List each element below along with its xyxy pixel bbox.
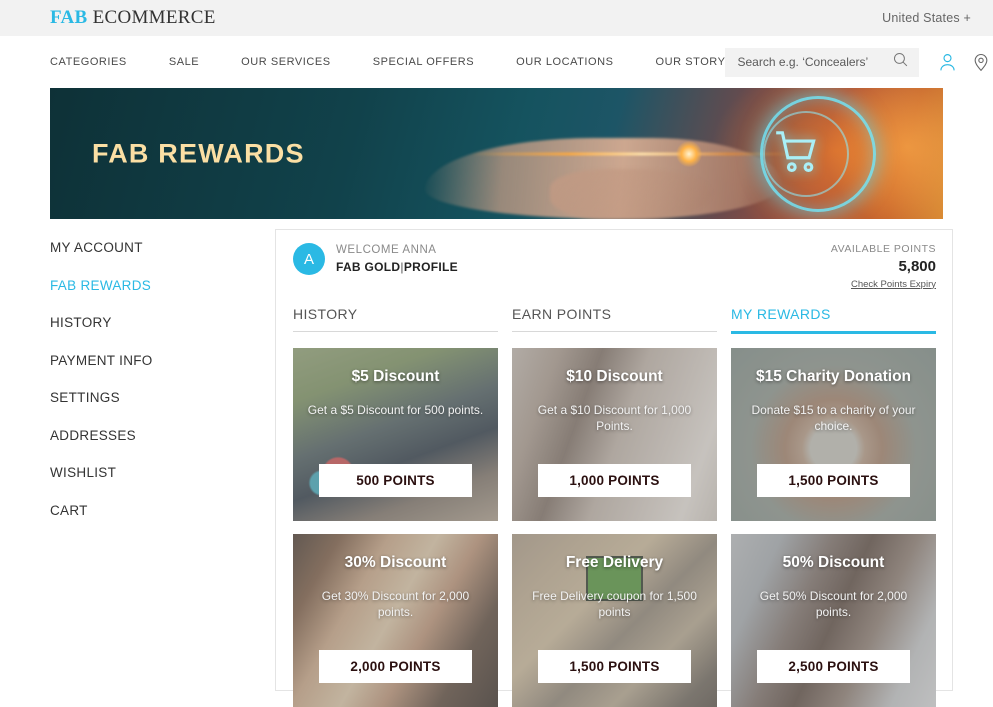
tab-my-rewards[interactable]: MY REWARDS <box>731 306 936 334</box>
hero-fingers-graphic <box>550 169 711 219</box>
check-points-expiry-link[interactable]: Check Points Expiry <box>831 277 936 292</box>
user-icon[interactable] <box>937 52 958 73</box>
hero-title: FAB REWARDS <box>92 138 305 168</box>
main-navigation: CATEGORIES SALE OUR SERVICES SPECIAL OFF… <box>0 36 993 88</box>
reward-card-description: Get 30% Discount for 2,000 points. <box>321 588 470 619</box>
reward-card-title: $5 Discount <box>351 367 440 385</box>
avatar: A <box>293 243 325 276</box>
reward-card-description: Get a $5 Discount for 500 points. <box>307 402 484 417</box>
reward-points-button[interactable]: 1,500 POINTS <box>756 463 911 497</box>
reward-points-button[interactable]: 500 POINTS <box>318 463 473 497</box>
reward-card-title: 50% Discount <box>782 553 885 571</box>
sidebar-item-my-account[interactable]: MY ACCOUNT <box>50 232 260 263</box>
reward-card-description: Free Delivery coupon for 1,500 points <box>532 588 697 619</box>
nav-item-our-story[interactable]: OUR STORY <box>656 56 726 68</box>
rewards-panel: A WELCOME ANNA FAB GOLD|PROFILE AVAILABL… <box>275 229 953 707</box>
reward-card-title: $15 Charity Donation <box>755 367 912 385</box>
brand-logo-primary: FAB <box>50 7 88 28</box>
reward-card[interactable]: $10 Discount Get a $10 Discount for 1,00… <box>512 347 717 521</box>
available-points-label: AVAILABLE POINTS <box>830 243 936 255</box>
reward-card[interactable]: $5 Discount Get a $5 Discount for 500 po… <box>293 347 498 521</box>
rewards-tabs: HISTORY EARN POINTS MY REWARDS <box>293 306 936 334</box>
reward-points-button[interactable]: 2,000 POINTS <box>318 649 473 683</box>
reward-card-title: 30% Discount <box>344 553 447 571</box>
tab-my-rewards-underline <box>731 330 936 334</box>
reward-card[interactable]: Free Delivery Free Delivery coupon for 1… <box>512 533 717 707</box>
sidebar-item-addresses[interactable]: ADDRESSES <box>50 420 260 451</box>
welcome-message: WELCOME ANNA <box>336 244 437 256</box>
search-icon[interactable] <box>892 51 909 73</box>
account-summary-row: A WELCOME ANNA FAB GOLD|PROFILE AVAILABL… <box>293 242 936 300</box>
brand-logo-secondary: ECOMMERCE <box>92 7 216 28</box>
reward-points-button[interactable]: 1,500 POINTS <box>537 649 692 683</box>
search-input[interactable] <box>737 55 893 69</box>
tab-my-rewards-label: MY REWARDS <box>731 305 831 322</box>
rewards-grid: $5 Discount Get a $5 Discount for 500 po… <box>293 347 936 707</box>
points-summary: AVAILABLE POINTS 5,800 Check Points Expi… <box>831 242 936 292</box>
reward-card-title: Free Delivery <box>565 553 664 571</box>
nav-links: CATEGORIES SALE OUR SERVICES SPECIAL OFF… <box>50 56 725 68</box>
sidebar-item-settings[interactable]: SETTINGS <box>50 382 260 413</box>
header-icons <box>937 51 993 73</box>
nav-item-categories[interactable]: CATEGORIES <box>50 56 127 68</box>
membership-tier-row: FAB GOLD|PROFILE <box>336 259 458 276</box>
tab-history-label: HISTORY <box>293 305 358 322</box>
shopping-cart-icon <box>772 126 822 181</box>
country-selector[interactable]: United States + <box>882 11 971 25</box>
tab-history[interactable]: HISTORY <box>293 306 498 334</box>
nav-item-sale[interactable]: SALE <box>169 56 199 68</box>
available-points-value: 5,800 <box>898 257 936 275</box>
reward-card-title: $10 Discount <box>566 367 663 385</box>
tab-earn-points-underline <box>512 330 717 332</box>
reward-card[interactable]: 50% Discount Get 50% Discount for 2,000 … <box>731 533 936 707</box>
account-sidebar: MY ACCOUNT FAB REWARDS HISTORY PAYMENT I… <box>50 232 260 532</box>
nav-item-special-offers[interactable]: SPECIAL OFFERS <box>373 56 474 68</box>
reward-points-button[interactable]: 2,500 POINTS <box>756 649 911 683</box>
sidebar-item-fab-rewards[interactable]: FAB REWARDS <box>50 270 260 301</box>
nav-item-our-services[interactable]: OUR SERVICES <box>241 56 331 68</box>
account-identity: A WELCOME ANNA FAB GOLD|PROFILE <box>293 242 458 277</box>
membership-tier: FAB GOLD <box>336 260 401 275</box>
tab-earn-points[interactable]: EARN POINTS <box>512 306 717 334</box>
tab-earn-points-label: EARN POINTS <box>512 305 612 322</box>
nav-item-our-locations[interactable]: OUR LOCATIONS <box>516 56 613 68</box>
hero-banner: FAB REWARDS <box>50 88 943 219</box>
reward-points-button[interactable]: 1,000 POINTS <box>537 463 692 497</box>
reward-card-description: Donate $15 to a charity of your choice. <box>751 402 916 433</box>
reward-card[interactable]: 30% Discount Get 30% Discount for 2,000 … <box>293 533 498 707</box>
top-bar: FAB ECOMMERCE United States + <box>0 0 993 36</box>
reward-card-description: Get 50% Discount for 2,000 points. <box>759 588 908 619</box>
sidebar-item-cart[interactable]: CART <box>50 495 260 526</box>
profile-link[interactable]: PROFILE <box>404 260 458 274</box>
hero-spark-glow <box>675 140 702 167</box>
search-box[interactable] <box>725 47 920 77</box>
sidebar-item-wishlist[interactable]: WISHLIST <box>50 457 260 488</box>
location-pin-icon[interactable] <box>971 52 991 72</box>
sidebar-item-history[interactable]: HISTORY <box>50 307 260 338</box>
tab-history-underline <box>293 330 498 332</box>
sidebar-item-payment-info[interactable]: PAYMENT INFO <box>50 345 260 376</box>
hero-light-flare <box>470 152 801 155</box>
reward-card-description: Get a $10 Discount for 1,000 Points. <box>537 402 692 433</box>
brand-logo[interactable]: FAB ECOMMERCE <box>50 7 216 29</box>
reward-card[interactable]: $15 Charity Donation Donate $15 to a cha… <box>731 347 936 521</box>
